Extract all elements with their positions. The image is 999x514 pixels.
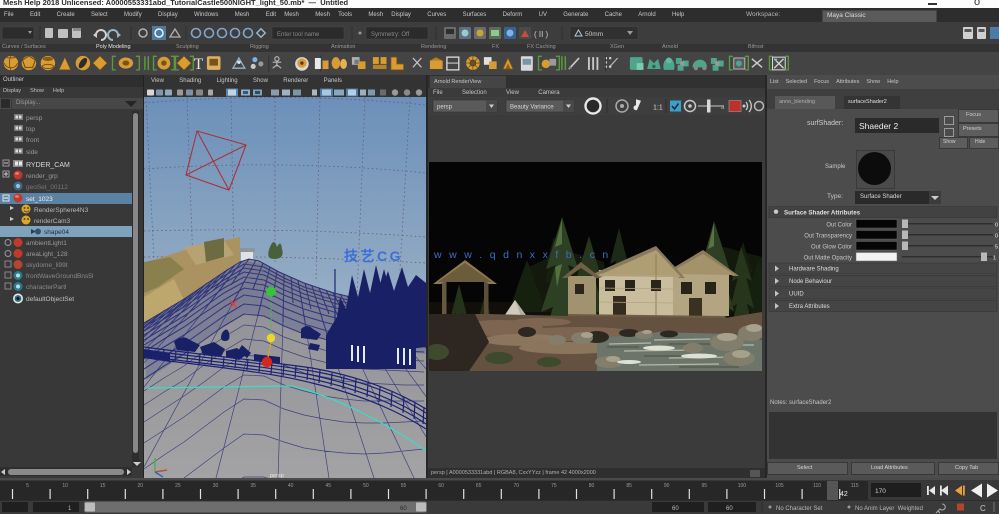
- svg-text:geoSet_00112: geoSet_00112: [26, 184, 68, 191]
- svg-text:60: 60: [438, 483, 444, 489]
- svg-text:Node Behaviour: Node Behaviour: [789, 279, 832, 285]
- svg-text:Out Matte Opacity: Out Matte Opacity: [804, 256, 852, 262]
- svg-text:1:1: 1:1: [653, 105, 663, 112]
- svg-text:Symmetry: Off: Symmetry: Off: [371, 32, 410, 38]
- svg-text:60: 60: [400, 506, 407, 512]
- svg-text:80: 80: [589, 483, 595, 489]
- svg-text:85: 85: [626, 483, 632, 489]
- svg-text:45: 45: [326, 483, 332, 489]
- svg-text:115: 115: [851, 483, 859, 489]
- svg-text:front: front: [26, 137, 39, 144]
- svg-text:UUID: UUID: [789, 292, 804, 298]
- svg-text:75: 75: [551, 483, 557, 489]
- svg-text:42: 42: [840, 491, 848, 498]
- svg-text:No Character Set: No Character Set: [776, 506, 823, 512]
- svg-text:defaultObjectSet: defaultObjectSet: [26, 296, 74, 303]
- svg-text:set_1023: set_1023: [26, 196, 53, 203]
- svg-text:50: 50: [363, 483, 369, 489]
- svg-text:Enter tool name: Enter tool name: [277, 32, 320, 38]
- svg-text:技艺CG: 技艺CG: [344, 248, 403, 264]
- svg-text:25: 25: [175, 483, 181, 489]
- svg-text:5: 5: [26, 483, 29, 489]
- svg-text:Surface Shader Attributes: Surface Shader Attributes: [784, 210, 861, 217]
- svg-text:shape04: shape04: [44, 229, 69, 236]
- svg-text:0: 0: [995, 223, 998, 229]
- svg-text:Out Color: Out Color: [826, 223, 852, 229]
- svg-text:( II ): ( II ): [534, 30, 549, 39]
- svg-text:105: 105: [775, 483, 784, 489]
- svg-text:90: 90: [664, 483, 670, 489]
- svg-text:ambientLight1: ambientLight1: [26, 240, 67, 247]
- svg-text:170: 170: [875, 488, 886, 495]
- svg-text:persp: persp: [26, 115, 43, 122]
- svg-text:5: 5: [995, 245, 998, 251]
- svg-text:Beauty Variance: Beauty Variance: [510, 105, 554, 111]
- svg-text:w w w . q d n x x f b . c n: w w w . q d n x x f b . c n: [433, 249, 610, 261]
- svg-text:55: 55: [401, 483, 407, 489]
- svg-text:Extra Attributes: Extra Attributes: [789, 304, 830, 310]
- svg-text:10: 10: [62, 483, 68, 489]
- svg-text:95: 95: [702, 483, 708, 489]
- svg-text:persp: persp: [437, 105, 453, 111]
- svg-text:40: 40: [288, 483, 294, 489]
- svg-text:RenderSphere4N3: RenderSphere4N3: [34, 207, 89, 214]
- svg-text:1: 1: [993, 256, 996, 262]
- svg-text:Out Transparency: Out Transparency: [804, 234, 852, 240]
- svg-text:renderCam3: renderCam3: [34, 218, 71, 225]
- svg-text:30: 30: [213, 483, 219, 489]
- svg-text:70: 70: [514, 483, 520, 489]
- svg-text:frontWaveGroundBns5l: frontWaveGroundBns5l: [26, 273, 94, 280]
- svg-text:Hardware Shading: Hardware Shading: [789, 267, 839, 273]
- svg-text:C: C: [980, 504, 986, 513]
- svg-text:0: 0: [995, 234, 998, 240]
- svg-text:20: 20: [138, 483, 144, 489]
- svg-text:T: T: [194, 56, 204, 73]
- svg-text:Out Glow Color: Out Glow Color: [811, 245, 852, 251]
- svg-text:50mm: 50mm: [585, 31, 603, 38]
- svg-text:100: 100: [738, 483, 747, 489]
- svg-text:render_grp: render_grp: [26, 173, 58, 180]
- svg-text:skydome_li99t: skydome_li99t: [26, 262, 68, 269]
- svg-text:65: 65: [476, 483, 482, 489]
- svg-text:RYDER_CAM: RYDER_CAM: [26, 162, 70, 169]
- svg-text:60: 60: [672, 506, 679, 512]
- svg-text:top: top: [26, 126, 35, 133]
- svg-text:areaLight_128: areaLight_128: [26, 251, 68, 258]
- svg-text:side: side: [26, 149, 38, 156]
- svg-text:characterPartl: characterPartl: [26, 284, 67, 291]
- svg-text:15: 15: [100, 483, 106, 489]
- svg-text:110: 110: [813, 483, 821, 489]
- svg-text:35: 35: [250, 483, 256, 489]
- svg-text:No Anim Layer Weighted: No Anim Layer Weighted: [855, 506, 923, 512]
- svg-text:60: 60: [726, 506, 733, 512]
